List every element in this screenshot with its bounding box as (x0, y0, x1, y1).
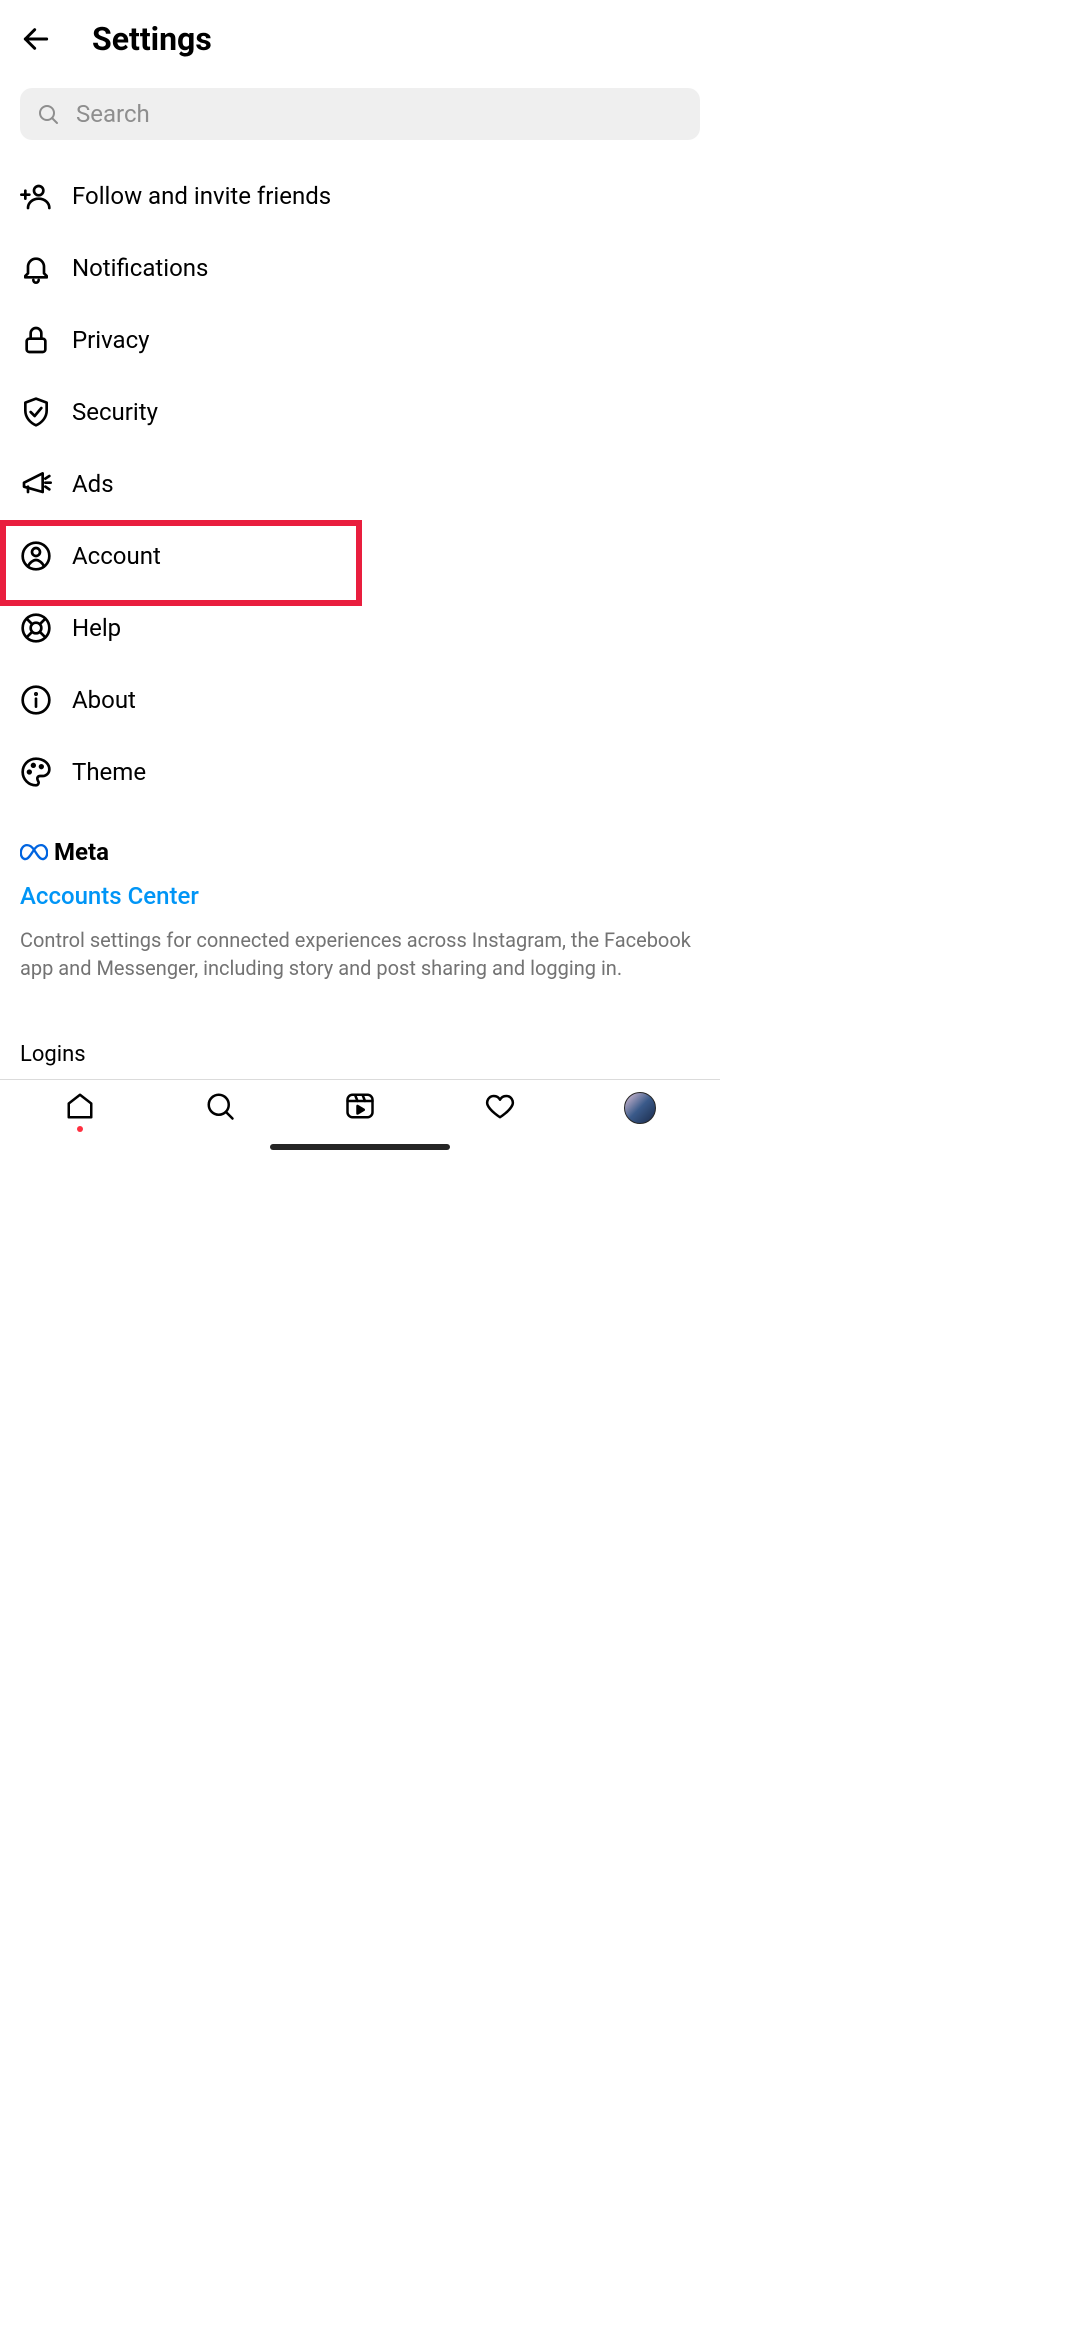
settings-item-notifications[interactable]: Notifications (20, 232, 700, 304)
nav-home[interactable] (64, 1092, 96, 1124)
accounts-center-description: Control settings for connected experienc… (20, 926, 700, 982)
shield-check-icon (20, 396, 52, 428)
notification-dot (77, 1126, 83, 1132)
settings-item-label: Help (72, 614, 121, 642)
settings-item-label: Ads (72, 470, 114, 498)
add-person-icon (20, 180, 52, 212)
meta-logo: Meta (20, 838, 700, 866)
settings-item-label: Security (72, 398, 158, 426)
search-icon (205, 1091, 235, 1125)
meta-brand-text: Meta (54, 838, 109, 866)
settings-item-ads[interactable]: Ads (20, 448, 700, 520)
nav-reels[interactable] (344, 1092, 376, 1124)
meta-infinity-icon (20, 842, 48, 862)
page-title: Settings (92, 20, 212, 58)
user-circle-icon (20, 540, 52, 572)
lifebuoy-icon (20, 612, 52, 644)
settings-item-help[interactable]: Help (20, 592, 700, 664)
settings-item-label: Theme (72, 758, 146, 786)
home-indicator (270, 1144, 450, 1150)
lock-icon (20, 324, 52, 356)
settings-item-theme[interactable]: Theme (20, 736, 700, 808)
nav-search[interactable] (204, 1092, 236, 1124)
home-icon (65, 1091, 95, 1125)
reels-icon (345, 1091, 375, 1125)
search-placeholder: Search (76, 100, 150, 128)
search-input[interactable]: Search (20, 88, 700, 140)
meta-section: Meta Accounts Center Control settings fo… (0, 808, 720, 1042)
info-icon (20, 684, 52, 716)
logins-section-title: Logins (0, 1042, 720, 1067)
settings-item-label: Notifications (72, 254, 208, 282)
header: Settings (0, 0, 720, 78)
profile-avatar (624, 1092, 656, 1124)
settings-item-security[interactable]: Security (20, 376, 700, 448)
settings-item-label: About (72, 686, 136, 714)
palette-icon (20, 756, 52, 788)
bell-icon (20, 252, 52, 284)
settings-item-follow-invite[interactable]: Follow and invite friends (20, 160, 700, 232)
accounts-center-link[interactable]: Accounts Center (20, 882, 700, 910)
heart-icon (485, 1091, 515, 1125)
nav-activity[interactable] (484, 1092, 516, 1124)
bottom-nav (0, 1079, 720, 1132)
nav-profile[interactable] (624, 1092, 656, 1124)
back-arrow-icon[interactable] (20, 23, 52, 55)
megaphone-icon (20, 468, 52, 500)
settings-list: Follow and invite friends Notifications … (0, 160, 720, 808)
settings-item-privacy[interactable]: Privacy (20, 304, 700, 376)
settings-item-label: Privacy (72, 326, 150, 354)
settings-item-label: Account (72, 542, 161, 570)
settings-item-label: Follow and invite friends (72, 182, 331, 210)
search-icon (36, 102, 60, 126)
settings-item-account[interactable]: Account (20, 520, 700, 592)
settings-item-about[interactable]: About (20, 664, 700, 736)
